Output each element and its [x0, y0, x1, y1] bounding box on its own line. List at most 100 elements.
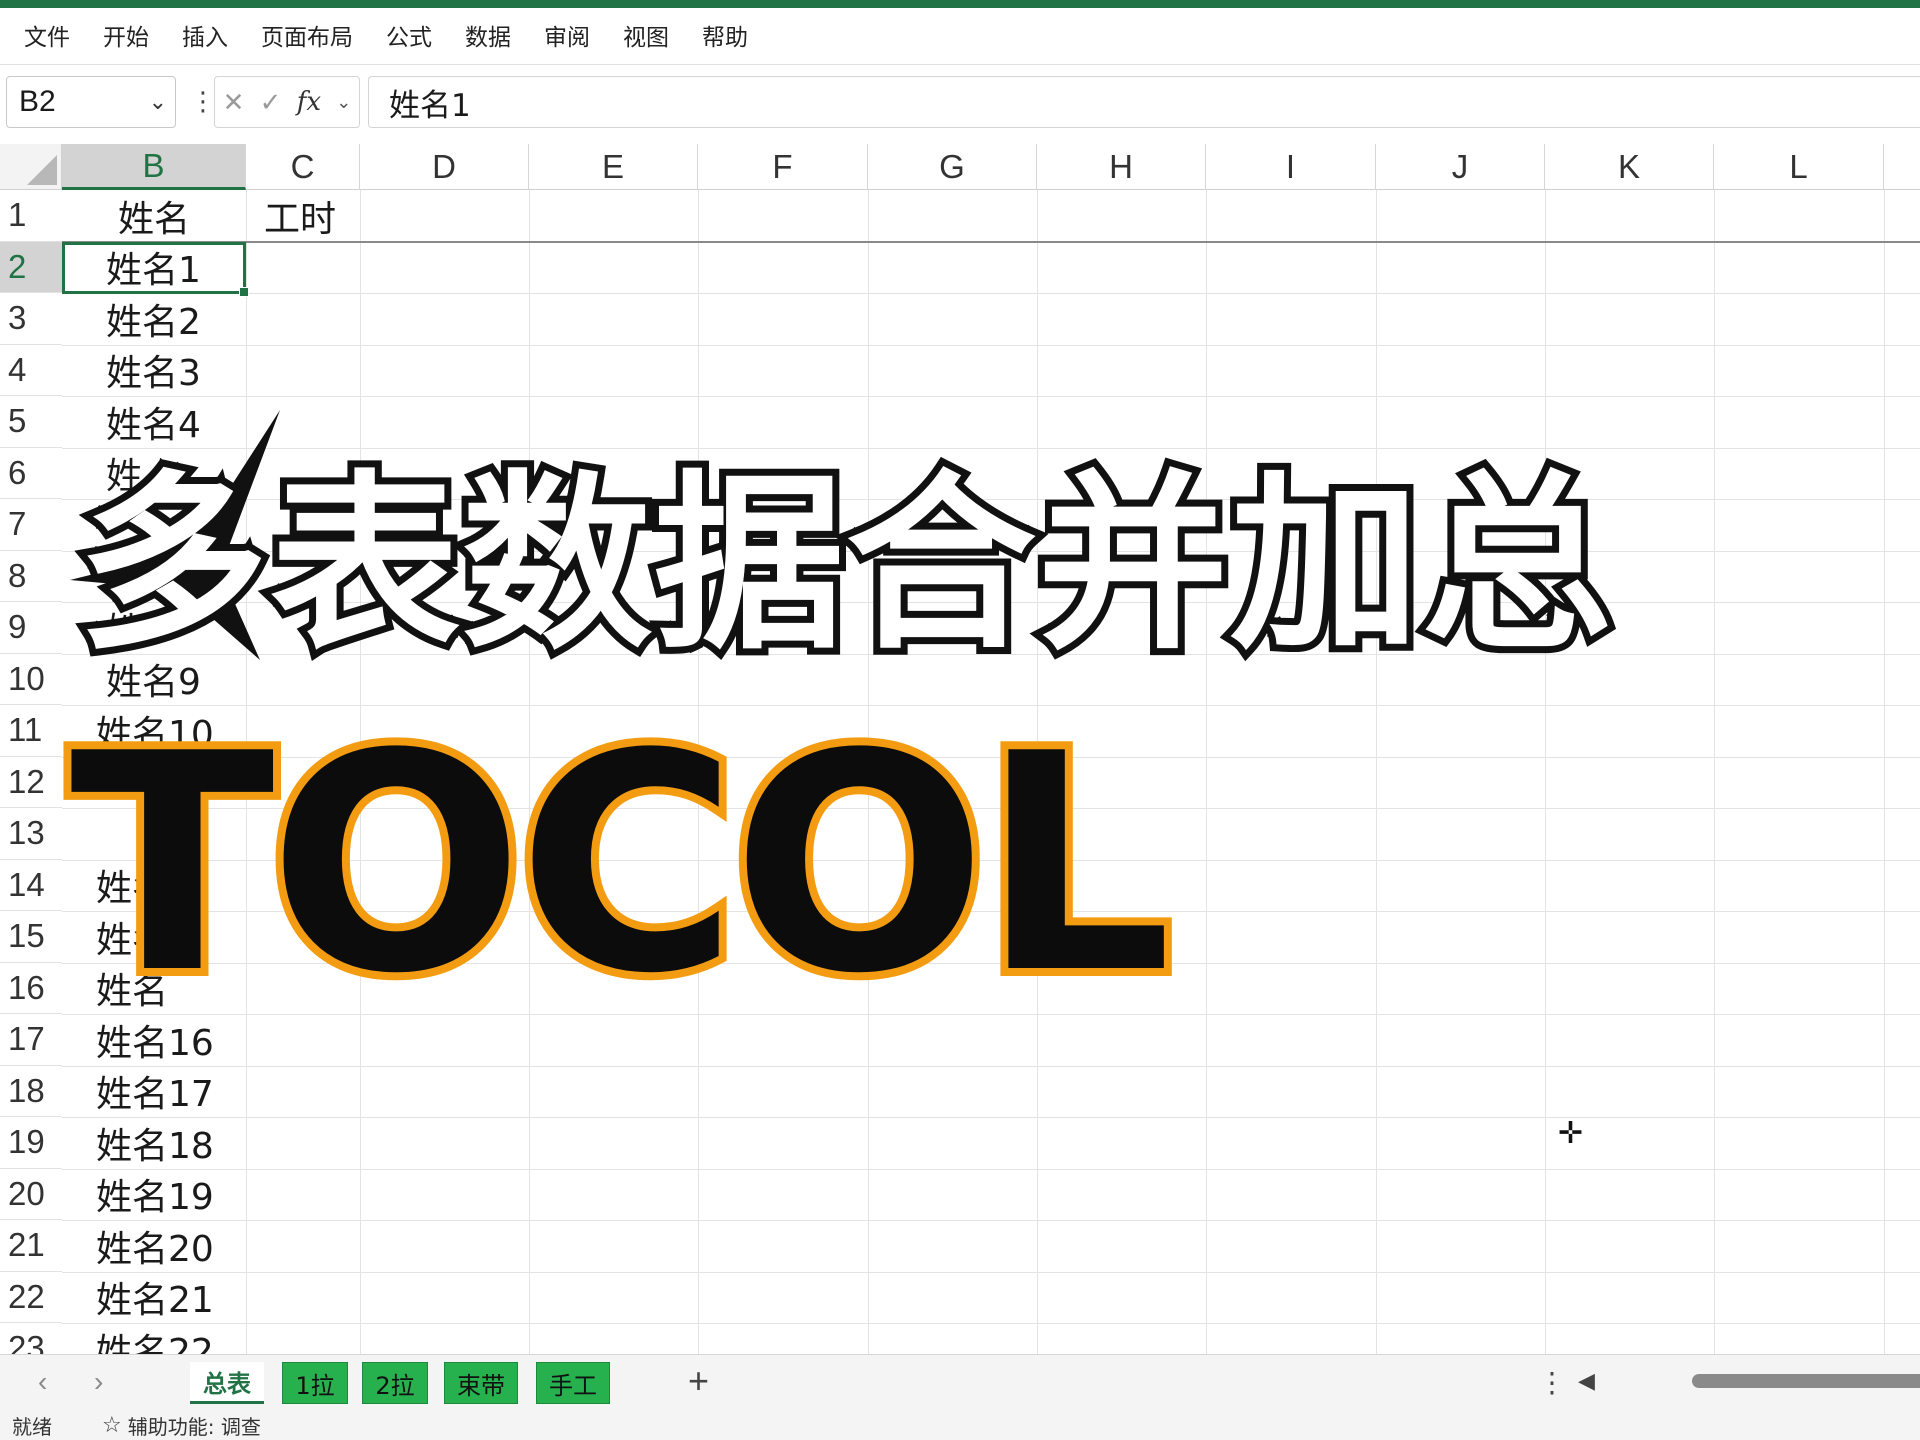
spreadsheet-app: 文件 开始 插入 页面布局 公式 数据 审阅 视图 帮助 B2 ⌄ ⋮ ✕ ✓ …	[0, 0, 1920, 1440]
menu-formulas[interactable]: 公式	[386, 18, 432, 52]
status-bar: 就绪 ☆ 辅助功能: 调查	[0, 1410, 1920, 1440]
row-header[interactable]: 6	[0, 448, 62, 499]
select-all-button[interactable]	[0, 144, 62, 190]
scroll-left-icon[interactable]: ◀	[1578, 1368, 1595, 1394]
sheet-tab-2[interactable]: 2拉	[362, 1362, 428, 1404]
function-name-title: TOCOL	[62, 682, 1180, 1047]
row-header[interactable]: 5	[0, 396, 62, 448]
row-header[interactable]: 18	[0, 1066, 62, 1117]
menu-file[interactable]: 文件	[24, 18, 70, 52]
row-header[interactable]: 16	[0, 963, 62, 1014]
row-header[interactable]: 3	[0, 293, 62, 345]
gridline	[62, 396, 1920, 397]
cell-c1[interactable]: 工时	[264, 190, 336, 242]
cell-b22[interactable]: 姓名21	[96, 1272, 214, 1324]
row-header[interactable]: 11	[0, 705, 62, 757]
formula-input[interactable]: 姓名1	[368, 76, 1920, 128]
prev-sheet-icon[interactable]: ‹	[38, 1366, 47, 1398]
sheet-tab-4[interactable]: 手工	[536, 1362, 610, 1404]
confirm-icon[interactable]: ✓	[260, 87, 282, 118]
next-sheet-icon[interactable]: ›	[94, 1366, 103, 1398]
fill-handle[interactable]	[239, 287, 249, 297]
cell-b18[interactable]: 姓名17	[96, 1066, 214, 1118]
column-header-m[interactable]	[1884, 144, 1920, 190]
more-options-icon[interactable]: ⋮	[1538, 1366, 1566, 1399]
gridline	[62, 293, 1920, 294]
chevron-down-icon[interactable]: ⌄	[149, 89, 167, 115]
cell-b3[interactable]: 姓名2	[106, 293, 201, 345]
cell-cursor-icon: ✛	[1558, 1117, 1584, 1150]
row-header[interactable]: 7	[0, 499, 62, 551]
sheet-tab-summary[interactable]: 总表	[190, 1362, 264, 1404]
row-header[interactable]: 2	[0, 241, 62, 293]
column-header-i[interactable]: I	[1206, 144, 1376, 190]
gridline	[62, 1117, 1920, 1118]
row-header[interactable]: 22	[0, 1272, 62, 1323]
row-header[interactable]: 14	[0, 860, 62, 911]
row-header[interactable]: 15	[0, 911, 62, 963]
cell-b21[interactable]: 姓名20	[96, 1220, 214, 1272]
insert-function-icon[interactable]: fx	[297, 87, 321, 117]
row-header[interactable]: 20	[0, 1169, 62, 1220]
gridline	[1206, 190, 1207, 1354]
cell-b20[interactable]: 姓名19	[96, 1169, 214, 1221]
row-header[interactable]: 1	[0, 190, 62, 242]
ribbon-menu: 文件 开始 插入 页面布局 公式 数据 审阅 视图 帮助	[0, 8, 1920, 62]
row-header[interactable]: 10	[0, 654, 62, 705]
menu-help[interactable]: 帮助	[702, 18, 748, 52]
headline-title: 多表数据合并加总	[71, 447, 1619, 682]
column-header-k[interactable]: K	[1545, 144, 1714, 190]
row-header[interactable]: 17	[0, 1014, 62, 1066]
row-header[interactable]: 8	[0, 551, 62, 602]
row-header[interactable]: 13	[0, 808, 62, 860]
cell-b4[interactable]: 姓名3	[106, 345, 201, 397]
gridline	[62, 1323, 1920, 1324]
menu-insert[interactable]: 插入	[182, 18, 228, 52]
column-header-c[interactable]: C	[246, 144, 360, 190]
menu-review[interactable]: 审阅	[544, 18, 590, 52]
column-header-h[interactable]: H	[1037, 144, 1206, 190]
select-all-icon	[27, 155, 57, 185]
sheet-tab-3[interactable]: 束带	[444, 1362, 518, 1404]
menu-page-layout[interactable]: 页面布局	[261, 18, 353, 52]
sheet-tab-1[interactable]: 1拉	[282, 1362, 348, 1404]
accessibility-status[interactable]: ☆ 辅助功能: 调查	[102, 1411, 261, 1440]
row-header[interactable]: 19	[0, 1117, 62, 1169]
add-sheet-button[interactable]: +	[688, 1360, 709, 1402]
column-header-g[interactable]: G	[868, 144, 1037, 190]
chevron-down-icon[interactable]: ⌄	[336, 92, 351, 113]
cell-b19[interactable]: 姓名18	[96, 1117, 214, 1169]
column-header-d[interactable]: D	[360, 144, 529, 190]
column-header-e[interactable]: E	[529, 144, 698, 190]
column-header-f[interactable]: F	[698, 144, 868, 190]
active-cell-border	[62, 242, 249, 297]
row-header[interactable]: 4	[0, 345, 62, 396]
menu-home[interactable]: 开始	[103, 18, 149, 52]
header-row-border	[62, 241, 1920, 243]
row-header[interactable]: 9	[0, 602, 62, 654]
title-bar-strip	[0, 0, 1920, 8]
gridline	[1376, 190, 1377, 1354]
name-box[interactable]: B2 ⌄	[6, 76, 176, 128]
menu-view[interactable]: 视图	[623, 18, 669, 52]
formula-value: 姓名1	[389, 87, 471, 124]
cancel-icon[interactable]: ✕	[223, 87, 245, 118]
row-header[interactable]: 12	[0, 757, 62, 808]
column-header-j[interactable]: J	[1376, 144, 1545, 190]
row-header[interactable]: 23	[0, 1323, 62, 1354]
gridline	[62, 344, 1920, 346]
accessibility-label: 辅助功能: 调查	[127, 1414, 261, 1439]
menu-data[interactable]: 数据	[465, 18, 511, 52]
ribbon-divider	[0, 64, 1920, 65]
horizontal-scrollbar[interactable]	[1692, 1374, 1920, 1388]
more-options-icon[interactable]: ⋮	[190, 86, 216, 117]
column-header-l[interactable]: L	[1714, 144, 1884, 190]
column-header-b[interactable]: B	[62, 144, 246, 190]
cell-b23[interactable]: 姓名22	[96, 1323, 214, 1354]
gridline	[62, 1065, 1920, 1067]
gridline	[62, 1220, 1920, 1221]
gridline	[1545, 190, 1546, 1354]
gridline	[1714, 190, 1715, 1354]
row-header[interactable]: 21	[0, 1220, 62, 1272]
cell-b1[interactable]: 姓名	[62, 190, 246, 242]
